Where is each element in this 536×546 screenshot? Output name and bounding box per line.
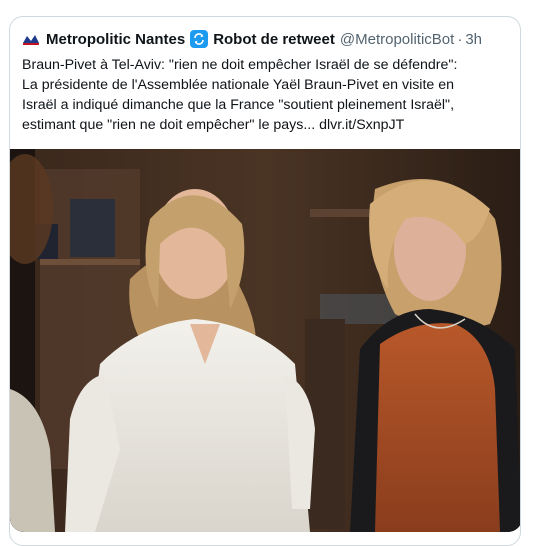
- tweet-link[interactable]: dlvr.it/SxnpJT: [319, 117, 404, 133]
- separator-dot: ·: [457, 30, 463, 48]
- account-display-name[interactable]: Metropolitic Nantes: [46, 31, 185, 48]
- tweet-timestamp[interactable]: 3h: [465, 31, 482, 48]
- tweet-header: Metropolitic Nantes Robot de retweet @Me…: [22, 27, 510, 51]
- metropolitic-logo-icon[interactable]: [22, 30, 40, 48]
- tweet-photo[interactable]: [10, 149, 520, 532]
- tweet-card[interactable]: Metropolitic Nantes Robot de retweet @Me…: [9, 16, 521, 546]
- bot-label: Robot de retweet: [213, 30, 335, 48]
- account-handle[interactable]: @MetropoliticBot: [340, 31, 454, 48]
- tweet-text: Braun-Pivet à Tel-Aviv: "rien ne doit em…: [22, 55, 514, 135]
- refresh-icon: [190, 30, 209, 48]
